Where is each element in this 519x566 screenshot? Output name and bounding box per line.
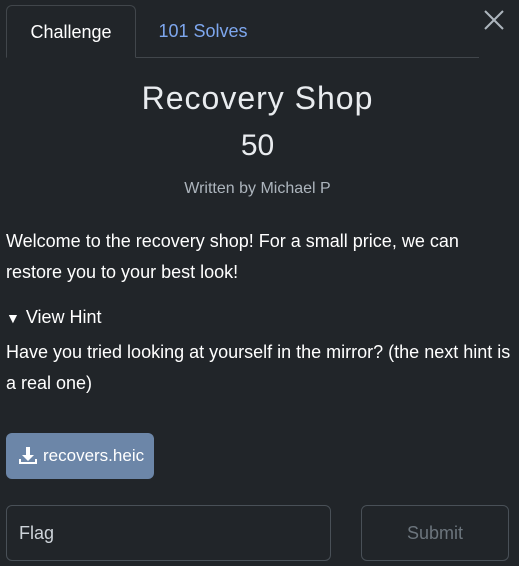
- challenge-modal: Challenge 101 Solves Recovery Shop 50 Wr…: [0, 0, 519, 566]
- close-button[interactable]: [482, 8, 506, 32]
- close-icon: [484, 10, 504, 30]
- download-icon: [19, 447, 37, 464]
- challenge-title: Recovery Shop: [141, 80, 374, 116]
- tab-challenge[interactable]: Challenge: [6, 5, 136, 58]
- triangle-down-icon: ▼: [6, 310, 20, 326]
- tab-bar: Challenge 101 Solves: [6, 5, 479, 58]
- challenge-points: 50: [240, 129, 275, 162]
- download-file-button[interactable]: recovers.heic: [6, 433, 154, 479]
- challenge-description: Welcome to the recovery shop! For a smal…: [6, 231, 459, 282]
- submit-button[interactable]: Submit: [361, 505, 509, 561]
- flag-input[interactable]: [6, 505, 331, 561]
- file-name-label: recovers.heic: [43, 446, 145, 465]
- challenge-author: Written by Michael P: [184, 180, 331, 197]
- view-hint-toggle[interactable]: ▼ View Hint: [6, 307, 102, 328]
- view-hint-label: View Hint: [25, 307, 102, 327]
- tab-solves[interactable]: 101 Solves: [143, 5, 263, 57]
- hint-text: Have you tried looking at yourself in th…: [6, 342, 511, 393]
